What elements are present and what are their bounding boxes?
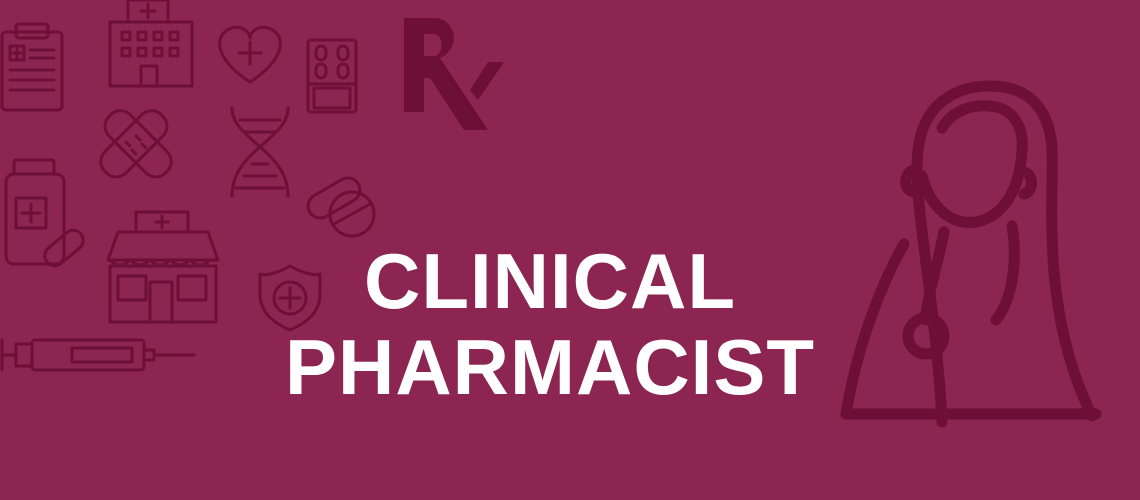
pharmacy-store-icon — [106, 210, 220, 324]
pill-blister-icon — [306, 38, 358, 114]
title-line-pharmacist: PHARMACIST — [285, 323, 815, 411]
heart-cross-icon — [218, 25, 282, 84]
pharmacist-person-icon — [840, 80, 1102, 428]
dna-icon — [230, 106, 290, 198]
syringe-icon — [0, 338, 196, 372]
headline: CLINICAL PHARMACIST — [270, 238, 830, 410]
medicine-bottle-icon — [4, 158, 85, 268]
hospital-icon — [108, 0, 194, 88]
rx-icon — [404, 18, 504, 130]
clipboard-icon — [0, 22, 64, 112]
capsule-tablet-icon — [306, 176, 376, 238]
title-line-clinical: CLINICAL — [364, 237, 736, 325]
bandage-icon — [99, 109, 173, 179]
banner: CLINICAL PHARMACIST — [0, 0, 1140, 500]
